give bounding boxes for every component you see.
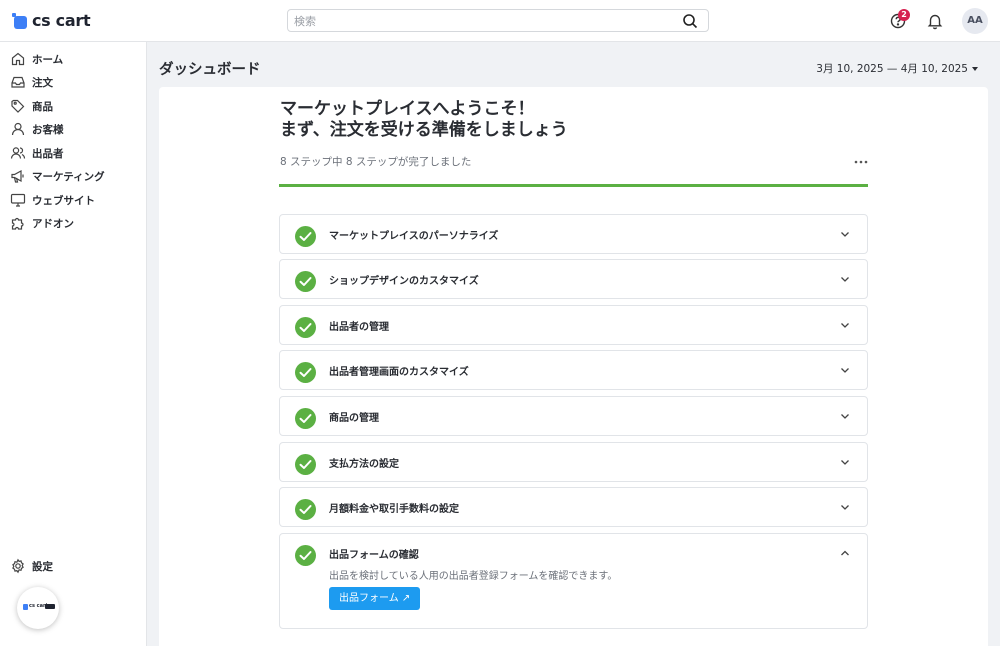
sidebar-item-label: 設定 bbox=[32, 560, 53, 573]
setup-step-description: 出品を検討している人用の出品者登録フォームを確認できます。 bbox=[329, 571, 618, 582]
chevron-down-icon[interactable] bbox=[839, 364, 851, 376]
setup-step-title: 出品フォームの確認 bbox=[329, 550, 419, 561]
sidebar-item-label: 注文 bbox=[32, 76, 53, 89]
setup-step-title: 出品者の管理 bbox=[329, 322, 389, 333]
checkmark-circle-icon bbox=[295, 454, 316, 475]
sidebar-item-label: マーケティング bbox=[32, 170, 105, 183]
notification-badge: 2 bbox=[898, 9, 910, 21]
sidebar: ホーム 注文 商品 お客様 出品者 マーケティング ウェブサイト アドオン 設定… bbox=[0, 42, 147, 646]
caret-down-icon bbox=[972, 66, 978, 71]
sidebar-item-products[interactable]: 商品 bbox=[10, 97, 53, 115]
setup-step-title: 出品者管理画面のカスタマイズ bbox=[329, 367, 469, 378]
bell-icon[interactable] bbox=[925, 11, 945, 31]
setup-step[interactable]: 出品フォームの確認出品を検討している人用の出品者登録フォームを確認できます。出品… bbox=[279, 533, 868, 629]
setup-step-title: 商品の管理 bbox=[329, 413, 379, 424]
user-icon bbox=[11, 122, 25, 136]
inbox-icon bbox=[11, 76, 25, 88]
setup-step[interactable]: 支払方法の設定 bbox=[279, 442, 868, 482]
date-range-text: 3月 10, 2025 — 4月 10, 2025 bbox=[816, 63, 968, 75]
sidebar-item-label: 出品者 bbox=[32, 147, 64, 160]
cs-cart-logo-icon bbox=[23, 604, 28, 610]
search-icon[interactable] bbox=[682, 13, 698, 29]
top-bar: cs cart 2 AA bbox=[0, 0, 1000, 42]
chevron-down-icon[interactable] bbox=[839, 273, 851, 285]
checkmark-circle-icon bbox=[295, 317, 316, 338]
date-range-picker[interactable]: 3月 10, 2025 — 4月 10, 2025 bbox=[816, 61, 978, 76]
home-icon bbox=[11, 52, 25, 66]
progress-bar bbox=[279, 184, 868, 187]
checkmark-circle-icon bbox=[295, 271, 316, 292]
chevron-down-icon[interactable] bbox=[839, 456, 851, 468]
setup-step-title: マーケットプレイスのパーソナライズ bbox=[329, 231, 499, 242]
setup-step[interactable]: ショップデザインのカスタマイズ bbox=[279, 259, 868, 299]
monitor-icon bbox=[10, 193, 26, 207]
setup-step-title: ショップデザインのカスタマイズ bbox=[329, 276, 479, 287]
users-icon bbox=[10, 147, 26, 159]
sidebar-item-settings[interactable]: 設定 bbox=[10, 557, 53, 575]
more-options-icon[interactable] bbox=[853, 155, 869, 169]
setup-step[interactable]: 出品者の管理 bbox=[279, 305, 868, 345]
cs-cart-logo-icon bbox=[12, 12, 28, 29]
user-avatar[interactable]: AA bbox=[962, 8, 988, 34]
chevron-down-icon[interactable] bbox=[839, 501, 851, 513]
chevron-down-icon[interactable] bbox=[839, 319, 851, 331]
floating-logo-button[interactable]: cs cart bbox=[17, 587, 59, 629]
onboarding-card: マーケットプレイスへようこそ！ まず、注文を受ける準備をしましょう 8 ステップ… bbox=[159, 87, 988, 646]
sidebar-item-home[interactable]: ホーム bbox=[10, 50, 63, 68]
checkmark-circle-icon bbox=[295, 362, 316, 383]
setup-step[interactable]: 商品の管理 bbox=[279, 396, 868, 436]
progress-text: 8 ステップ中 8 ステップが完了しました bbox=[280, 156, 472, 168]
sidebar-item-addons[interactable]: アドオン bbox=[10, 214, 74, 232]
checkmark-circle-icon bbox=[295, 545, 316, 566]
mini-logo-badge bbox=[45, 604, 55, 609]
setup-step[interactable]: マーケットプレイスのパーソナライズ bbox=[279, 214, 868, 254]
welcome-line-1: マーケットプレイスへようこそ！ bbox=[280, 99, 535, 119]
checkmark-circle-icon bbox=[295, 226, 316, 247]
sidebar-item-website[interactable]: ウェブサイト bbox=[10, 191, 95, 209]
checkmark-circle-icon bbox=[295, 499, 316, 520]
sidebar-item-label: 商品 bbox=[32, 100, 53, 113]
setup-step-title: 月額料金や取引手数料の設定 bbox=[329, 504, 459, 515]
welcome-heading: マーケットプレイスへようこそ！ まず、注文を受ける準備をしましょう bbox=[280, 99, 568, 141]
page-title: ダッシュボード bbox=[159, 62, 261, 78]
sidebar-item-label: アドオン bbox=[32, 217, 74, 230]
sidebar-item-label: お客様 bbox=[32, 123, 64, 136]
sidebar-item-label: ウェブサイト bbox=[32, 194, 95, 207]
checkmark-circle-icon bbox=[295, 408, 316, 429]
sidebar-item-label: ホーム bbox=[32, 53, 64, 66]
puzzle-icon bbox=[11, 217, 24, 230]
sidebar-item-vendors[interactable]: 出品者 bbox=[10, 144, 64, 162]
chevron-down-icon[interactable] bbox=[839, 410, 851, 422]
search-input[interactable] bbox=[288, 11, 668, 32]
chevron-up-icon[interactable] bbox=[839, 547, 851, 559]
setup-step[interactable]: 月額料金や取引手数料の設定 bbox=[279, 487, 868, 527]
tag-icon bbox=[11, 99, 25, 113]
setup-step[interactable]: 出品者管理画面のカスタマイズ bbox=[279, 350, 868, 390]
app-logo[interactable]: cs cart bbox=[12, 11, 91, 30]
sidebar-item-orders[interactable]: 注文 bbox=[10, 73, 53, 91]
vendor-form-button[interactable]: 出品フォーム ↗ bbox=[329, 587, 421, 610]
gear-icon bbox=[12, 558, 24, 574]
megaphone-icon bbox=[11, 169, 24, 183]
welcome-line-2: まず、注文を受ける準備をしましょう bbox=[280, 120, 568, 140]
progress-bar-fill bbox=[279, 184, 868, 187]
search-box bbox=[287, 9, 709, 32]
setup-step-title: 支払方法の設定 bbox=[329, 459, 399, 470]
sidebar-item-marketing[interactable]: マーケティング bbox=[10, 167, 105, 185]
logo-text: cs cart bbox=[32, 11, 91, 30]
chevron-down-icon[interactable] bbox=[839, 228, 851, 240]
sidebar-item-customers[interactable]: お客様 bbox=[10, 120, 64, 138]
